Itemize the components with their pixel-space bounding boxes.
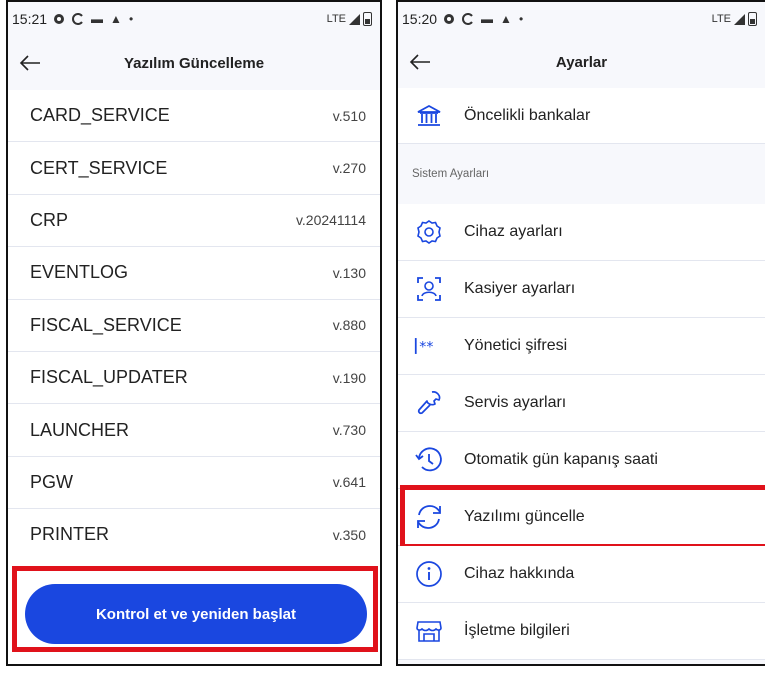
bank-icon [414, 101, 444, 131]
settings-item-label: Kasiyer ayarları [464, 280, 576, 297]
back-button[interactable] [10, 43, 50, 83]
settings-item-label: Yönetici şifresi [464, 337, 568, 354]
store-icon [414, 616, 444, 646]
settings-item-label: Yazılımı güncelle [464, 508, 585, 525]
software-name: LAUNCHER [30, 419, 130, 440]
software-version: v.350 [332, 526, 366, 543]
software-version: v.510 [332, 107, 366, 124]
software-version: v.190 [332, 369, 366, 386]
settings-item-label: Servis ayarları [464, 394, 567, 411]
app-bar: Yazılım Güncelleme [8, 36, 380, 90]
settings-item-admin-password[interactable]: ** Yönetici şifresi [398, 318, 765, 375]
software-update-screen: 15:21 ▬ ▲ • LTE Yazılım Güncelleme CARD_… [6, 0, 382, 666]
section-header: Sistem Ayarları [398, 144, 765, 204]
vpn-icon [444, 14, 455, 24]
settings-item-cashier-settings[interactable]: Kasiyer ayarları [398, 261, 765, 318]
software-name: FISCAL_UPDATER [30, 367, 188, 388]
software-name: CERT_SERVICE [30, 157, 168, 178]
refresh-icon [414, 502, 444, 532]
software-version: v.270 [332, 160, 366, 177]
list-item: EVENTLOG v.130 [8, 247, 380, 300]
settings-item-label: İşletme bilgileri [464, 622, 570, 639]
settings-item-label: Öncelikli bankalar [464, 106, 591, 124]
settings-item-label: Cihaz ayarları [464, 223, 563, 240]
status-bar: 15:20 ▬ ▲ • LTE [398, 2, 765, 36]
status-time: 15:20 [402, 11, 438, 27]
notification-icons: ▬ ▲ • [53, 12, 133, 26]
status-time: 15:21 [12, 11, 48, 27]
notification-icons: ▬ ▲ • [443, 12, 523, 26]
settings-item-about-device[interactable]: Cihaz hakkında [398, 546, 765, 603]
svg-text:**: ** [419, 339, 433, 355]
dot-icon: • [518, 12, 524, 26]
page-title: Yazılım Güncelleme [123, 54, 265, 72]
software-list: CARD_SERVICE v.510 CERT_SERVICE v.270 CRP v… [8, 90, 380, 562]
back-button[interactable] [400, 42, 440, 82]
software-version: v.880 [332, 317, 366, 334]
minus-icon: ▬ [481, 12, 494, 26]
signal-icon [734, 13, 745, 25]
network-type: LTE [711, 13, 731, 25]
list-item: PGW v.641 [8, 457, 380, 510]
minus-icon: ▬ [91, 12, 104, 26]
password-icon: ** [414, 331, 444, 361]
battery-icon [363, 12, 372, 26]
list-item: LAUNCHER v.730 [8, 404, 380, 457]
software-version: v.130 [332, 264, 366, 281]
list-item: CARD_SERVICE v.510 [8, 90, 380, 143]
software-name: CRP [30, 209, 69, 230]
sync-icon [72, 13, 83, 25]
settings-item-update-software[interactable]: Yazılımı güncelle [398, 485, 765, 549]
list-item: FISCAL_UPDATER v.190 [8, 352, 380, 405]
check-and-restart-button[interactable]: Kontrol et ve yeniden başlat [25, 584, 367, 644]
list-item: CERT_SERVICE v.270 [8, 142, 380, 195]
alert-icon: ▲ [500, 12, 512, 26]
software-name: CARD_SERVICE [30, 105, 170, 126]
settings-item-label: Cihaz hakkında [464, 565, 575, 582]
arrow-left-icon [19, 55, 40, 71]
settings-item-device-settings[interactable]: Cihaz ayarları [398, 204, 765, 261]
settings-item-auto-day-close[interactable]: Otomatik gün kapanış saati [398, 432, 765, 489]
vpn-icon [54, 14, 65, 24]
gear-icon [414, 217, 444, 247]
settings-item-priority-banks[interactable]: Öncelikli bankalar [398, 88, 765, 144]
settings-item-service-settings[interactable]: Servis ayarları [398, 375, 765, 432]
history-clock-icon [414, 445, 444, 475]
network-type: LTE [326, 13, 346, 25]
signal-icon [349, 13, 360, 25]
software-name: PRINTER [30, 524, 110, 545]
software-version: v.641 [332, 474, 366, 491]
list-item: CRP v.20241114 [8, 195, 380, 248]
status-bar: 15:21 ▬ ▲ • LTE [8, 2, 380, 36]
list-item: PRINTER v.350 [8, 509, 380, 562]
software-version: v.730 [332, 422, 366, 439]
bottom-action-area: Kontrol et ve yeniden başlat [8, 558, 380, 664]
settings-screen: 15:20 ▬ ▲ • LTE Ayarlar Öncelikli bankal… [396, 0, 765, 666]
list-item: FISCAL_SERVICE v.880 [8, 300, 380, 352]
info-icon [414, 559, 444, 589]
settings-item-business-info[interactable]: İşletme bilgileri [398, 603, 765, 660]
page-title: Ayarlar [555, 53, 608, 71]
battery-icon [748, 12, 757, 26]
arrow-left-icon [409, 54, 430, 70]
wrench-icon [414, 388, 444, 418]
software-name: FISCAL_SERVICE [30, 314, 182, 335]
alert-icon: ▲ [110, 12, 122, 26]
software-version: v.20241114 [295, 212, 366, 229]
settings-item-label: Otomatik gün kapanış saati [464, 451, 658, 468]
sync-icon [462, 13, 473, 25]
app-bar: Ayarlar [398, 36, 765, 88]
software-name: EVENTLOG [30, 262, 129, 283]
cashier-icon [414, 274, 444, 304]
dot-icon: • [128, 12, 134, 26]
software-name: PGW [30, 471, 73, 492]
